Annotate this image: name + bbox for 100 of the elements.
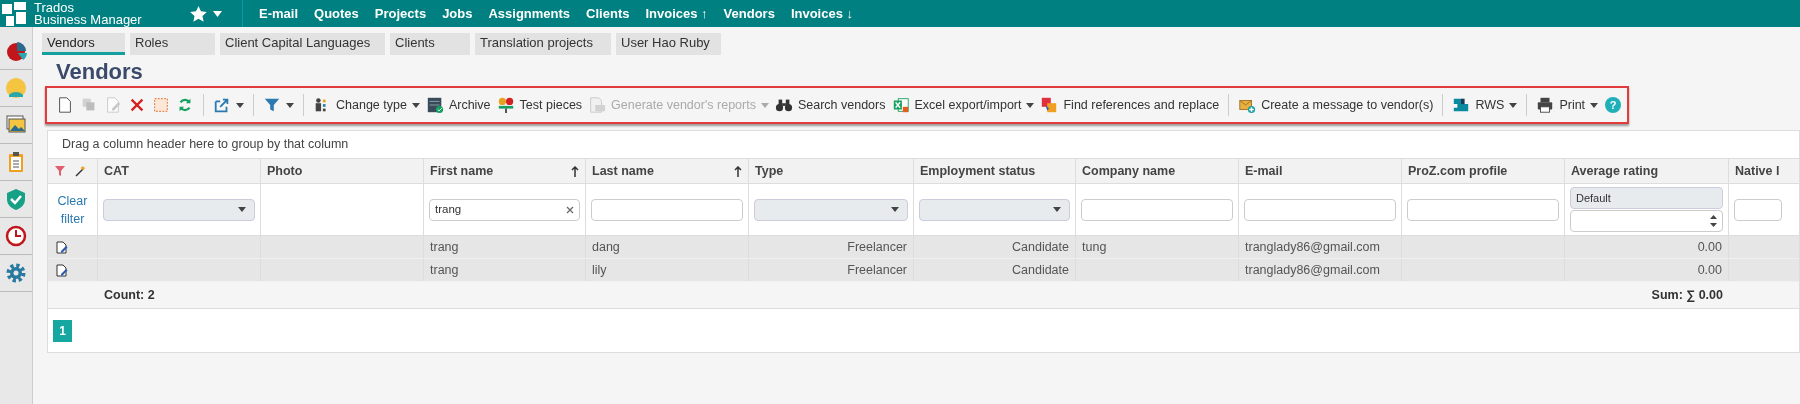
logo-text: Business Manager [34,13,142,26]
table-cell-text: tung [1082,238,1107,256]
filter-icon [263,96,281,114]
toolbar-button[interactable]: Create a message to vendor(s) [1235,92,1437,118]
caret-icon [411,102,420,108]
dropdown-field[interactable] [754,198,908,221]
delete-icon [128,96,146,114]
tab[interactable]: Client Capital Languages [220,33,385,55]
tab[interactable]: Roles [130,33,215,55]
text-field[interactable] [1734,198,1782,221]
toolbar-button: Generate vendor's reports [585,92,772,118]
nav-link[interactable]: Assignments [480,0,579,27]
column-header[interactable]: Average rating [1565,159,1729,183]
magic-wand-icon[interactable] [74,165,86,177]
toolbar-button[interactable]: Find references and replace [1037,92,1223,118]
count-label: Count: 2 [104,286,155,304]
text-field[interactable]: trang [429,198,580,221]
toolbar-button[interactable]: Excel export/import [888,92,1038,118]
nav-link[interactable]: Vendors [715,0,783,27]
sum-label: Sum: ∑ 0.00 [1651,286,1723,304]
nav-link[interactable]: E-mail [251,0,306,27]
clear-filter-link[interactable]: Clear filter [48,184,98,235]
table-cell-text: Candidate [1012,261,1069,279]
toolbar-button[interactable]: RWS [1449,92,1521,118]
toolbar-button[interactable]: Archive [422,92,494,118]
avatar-icon [5,77,27,99]
table-cell-text: Candidate [1012,238,1069,256]
column-header[interactable]: Type [749,159,914,183]
picture-icon [5,114,27,136]
table-cell-text: trang [430,261,459,279]
caret-icon [236,102,244,108]
edit-document-icon[interactable] [56,263,68,277]
logo-text: Trados [34,1,75,14]
column-header[interactable]: Last name [586,159,749,183]
toolbar-button[interactable]: Print [1533,92,1602,118]
column-header[interactable]: Company name [1076,159,1239,183]
overlapping-squares-icon [1040,96,1059,114]
group-hint: Drag a column header here to group by that column [61,136,350,154]
spreadsheet-icon [891,96,910,114]
text-field[interactable] [1407,198,1559,221]
archive-icon [425,96,444,114]
text-field[interactable] [1244,198,1396,221]
nav-link[interactable]: Clients [578,0,638,27]
edit-document-icon[interactable] [56,240,68,254]
logo-icon [2,1,28,26]
filter-clear-icon[interactable] [54,165,66,177]
caret-icon [1026,102,1035,108]
column-header[interactable]: E-mail [1239,159,1402,183]
page-title: Vendors [56,58,144,86]
caret-icon [891,207,899,212]
column-header[interactable]: CAT [98,159,261,183]
table-cell-text: Freelancer [847,238,907,256]
spinner-icon [1710,215,1717,227]
table-cell-text: 0.00 [1697,238,1722,256]
toolbar-button[interactable]: Test pieces [493,92,586,118]
number-field[interactable] [1570,210,1723,232]
table-cell-text: Freelancer [847,261,907,279]
caret-icon [238,207,246,212]
new-document-icon [56,96,74,114]
toolbar-button[interactable]: Search vendors [771,92,889,118]
table-cell-text: 0.00 [1697,261,1722,279]
text-field[interactable] [591,198,743,221]
table-cell-text: lily [592,261,607,279]
export-icon [213,96,231,114]
column-header[interactable]: First name [424,159,586,183]
column-header[interactable]: Native l [1729,159,1799,183]
table-cell-text: tranglady86@gmail.com [1245,261,1380,279]
nav-link[interactable]: Jobs [434,0,481,27]
tab[interactable]: Translation projects [475,33,611,55]
toolbar-button[interactable]: Change type [310,92,423,118]
column-header[interactable]: Employment status [914,159,1076,183]
dashed-square-icon [152,96,170,114]
table-cell-text: tranglady86@gmail.com [1245,238,1380,256]
dropdown-field[interactable] [919,198,1070,221]
shield-check-icon [5,188,27,210]
clear-icon[interactable] [566,205,574,214]
nav-link[interactable]: Invoices ↑ [637,0,716,27]
column-header[interactable]: ProZ.com profile [1402,159,1565,183]
tab[interactable]: Vendors [42,33,125,55]
caret-icon [286,102,294,108]
dropdown-field[interactable] [103,198,255,221]
nav-link[interactable]: Quotes [306,0,367,27]
column-header[interactable]: Photo [261,159,424,183]
text-field[interactable] [1081,198,1233,221]
caret-icon [1509,102,1518,108]
caret-icon [760,102,769,108]
tab[interactable]: Clients [390,33,470,55]
table-cell-text: trang [430,238,459,256]
nav-link[interactable]: Projects [366,0,435,27]
pie-chart-icon [5,40,27,62]
table-cell-text: dang [592,238,620,256]
report-icon [588,96,607,114]
nav-link[interactable]: Invoices ↓ [782,0,862,27]
tab[interactable]: User Hao Ruby [616,33,721,55]
dropdown-field[interactable]: Default [1570,187,1723,209]
clock-icon [5,225,27,247]
people-icon [496,96,515,114]
caret-icon [1590,102,1599,108]
printer-icon [1536,96,1555,114]
caret-icon [213,10,222,17]
